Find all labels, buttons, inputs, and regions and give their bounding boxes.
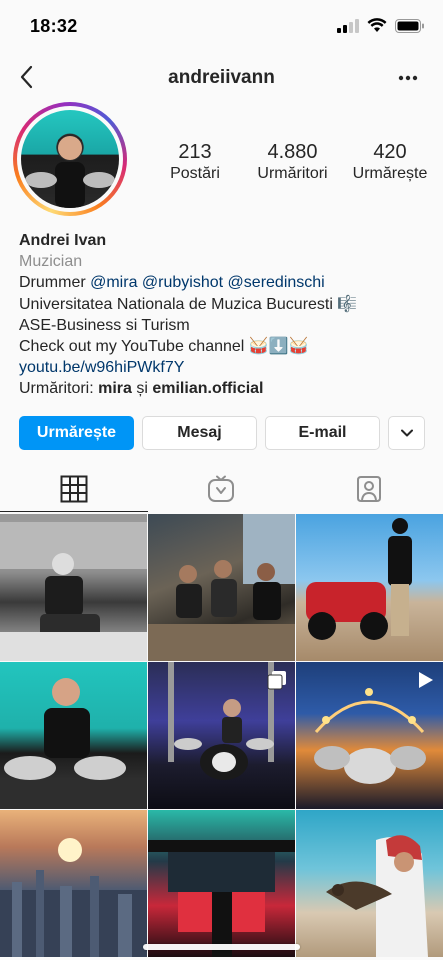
video-icon — [419, 672, 433, 688]
following-label: Urmărește — [352, 165, 428, 182]
full-name: Andrei Ivan — [19, 232, 107, 249]
followed-by-user: emilian.official — [152, 380, 264, 398]
bio-line-1: Drummer @mira @rubyishot @seredinschi — [19, 272, 429, 293]
status-icons — [337, 18, 425, 33]
post-image — [148, 514, 295, 661]
email-button[interactable]: E-mail — [265, 416, 380, 450]
profile-username: andreiivann — [168, 67, 275, 88]
avatar — [21, 110, 119, 208]
post-thumbnail[interactable] — [148, 810, 295, 957]
followed-by-prefix: Urmăritori: — [19, 380, 99, 398]
post-image — [0, 514, 147, 661]
posts-grid — [0, 514, 443, 957]
bio-line-4: Check out my YouTube channel 🥁⬇️🥁 — [19, 338, 309, 356]
more-options-button[interactable] — [395, 68, 421, 88]
follow-button[interactable]: Urmărește — [19, 416, 134, 450]
category-label: Muzician — [19, 253, 83, 271]
post-thumbnail[interactable] — [0, 662, 147, 809]
following-count: 420 — [373, 141, 407, 163]
active-tab-indicator — [0, 511, 148, 512]
post-thumbnail[interactable] — [296, 662, 443, 809]
followers-label: Urmăritori — [257, 165, 328, 182]
post-thumbnail[interactable] — [148, 514, 295, 661]
profile-stats: 213 Postări 4.880 Urmăritori 420 Urmăreș… — [150, 140, 435, 184]
video-badge — [415, 670, 435, 695]
following-stat[interactable]: 420 Urmărește — [345, 140, 435, 184]
mention-link[interactable]: @seredinschi — [228, 274, 325, 291]
followed-by[interactable]: Urmăritori: mira și emilian.official — [19, 378, 429, 399]
post-image — [0, 838, 147, 957]
carousel-icon — [267, 671, 286, 690]
top-nav: andreiivann — [0, 56, 443, 100]
wifi-icon — [367, 18, 387, 32]
post-image — [148, 840, 295, 957]
posts-label: Postări — [170, 165, 220, 182]
carousel-badge — [267, 670, 287, 695]
post-thumbnail[interactable] — [148, 662, 295, 809]
tagged-icon — [357, 476, 381, 502]
post-image — [0, 678, 147, 809]
profile-actions: Urmărește Mesaj E-mail — [19, 416, 425, 450]
post-image — [326, 835, 428, 957]
story-ring[interactable] — [13, 102, 127, 216]
signal-icon — [337, 18, 359, 33]
post-thumbnail[interactable] — [296, 810, 443, 957]
mention-link[interactable]: @rubyishot — [142, 274, 223, 291]
avatar-figure — [25, 135, 115, 208]
followed-by-user: mira — [98, 380, 132, 398]
post-image — [306, 518, 412, 640]
profile-tabs — [0, 466, 443, 512]
bio-line-2: Universitatea Nationala de Muzica Bucure… — [19, 295, 358, 313]
status-bar: 18:32 — [0, 0, 443, 52]
tab-tagged[interactable] — [354, 474, 384, 504]
bio-website-link[interactable]: youtu.be/w96hiPWkf7Y — [19, 357, 429, 378]
post-thumbnail[interactable] — [0, 514, 147, 661]
home-indicator — [143, 944, 300, 950]
bio-line-3: ASE-Business si Turism — [19, 316, 190, 334]
bio-prefix: Drummer — [19, 274, 91, 292]
mention-link[interactable]: @mira — [90, 274, 137, 291]
posts-stat[interactable]: 213 Postări — [150, 140, 240, 184]
message-button[interactable]: Mesaj — [142, 416, 257, 450]
battery-icon — [395, 18, 424, 33]
post-thumbnail[interactable] — [0, 810, 147, 957]
followers-stat[interactable]: 4.880 Urmăritori — [248, 140, 338, 184]
followed-by-separator: și — [131, 380, 153, 398]
igtv-icon — [208, 475, 234, 502]
tab-igtv[interactable] — [206, 474, 236, 504]
posts-count: 213 — [178, 141, 212, 163]
followers-count: 4.880 — [267, 141, 318, 163]
post-thumbnail[interactable] — [296, 514, 443, 661]
suggested-dropdown-button[interactable] — [388, 416, 425, 450]
chevron-down-icon — [400, 429, 413, 437]
tab-posts-grid[interactable] — [59, 474, 89, 504]
more-icon — [398, 75, 418, 81]
avatar-frame — [17, 106, 123, 212]
grid-icon — [60, 475, 88, 503]
status-time: 18:32 — [30, 16, 78, 36]
profile-bio: Andrei Ivan Muzician Drummer @mira @ruby… — [19, 230, 429, 400]
